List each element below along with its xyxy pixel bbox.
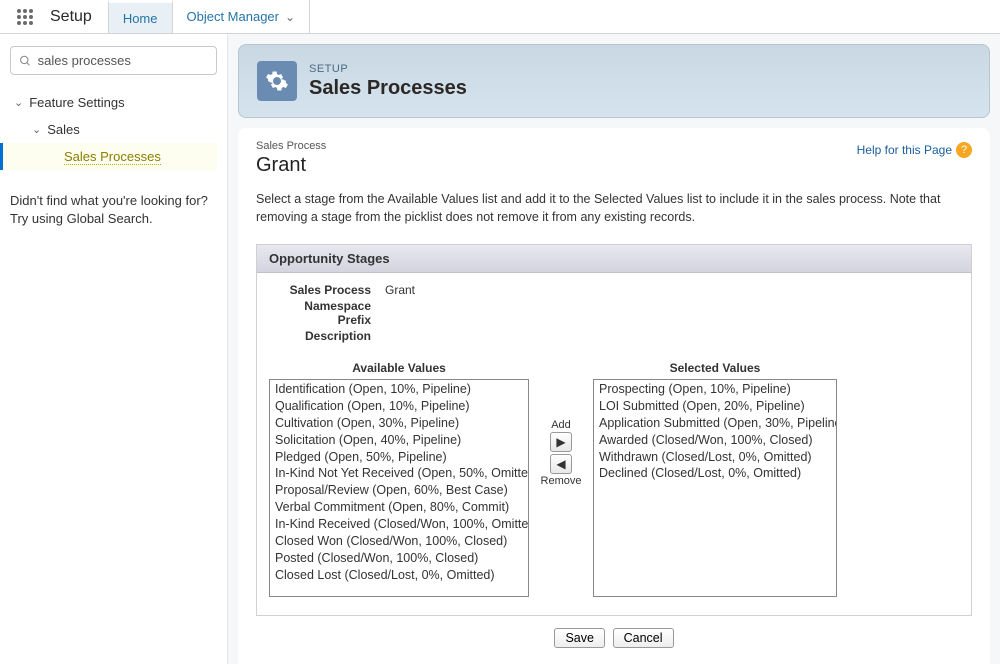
tab-object-manager[interactable]: Object Manager ⌄: [173, 0, 311, 33]
opportunity-stages-panel: Opportunity Stages Sales Process Grant N…: [256, 244, 972, 616]
sidebar-search[interactable]: [10, 46, 217, 75]
sidebar-item-label: Sales: [47, 122, 80, 137]
available-values-label: Available Values: [352, 361, 446, 375]
list-item[interactable]: LOI Submitted (Open, 20%, Pipeline): [595, 398, 835, 415]
caret-down-icon: ⌄: [14, 96, 23, 109]
meta-label-sales-process: Sales Process: [269, 283, 385, 297]
available-values-list[interactable]: Identification (Open, 10%, Pipeline)Qual…: [269, 379, 529, 597]
action-row: Save Cancel: [256, 616, 972, 648]
setup-title: Setup: [50, 0, 108, 33]
meta-label-description: Description: [269, 329, 385, 343]
tab-home-label: Home: [123, 11, 158, 26]
sidebar-leaf-label: Sales Processes: [64, 149, 161, 165]
sidebar-help-text: Didn't find what you're looking for? Try…: [10, 192, 217, 228]
sidebar-search-input[interactable]: [38, 53, 208, 68]
page-header: SETUP Sales Processes: [238, 44, 990, 118]
page-eyebrow: SETUP: [309, 63, 467, 75]
sidebar-item-sales[interactable]: ⌄ Sales: [10, 116, 217, 143]
list-item[interactable]: Pledged (Open, 50%, Pipeline): [271, 449, 527, 466]
description-text: Select a stage from the Available Values…: [256, 191, 972, 226]
selected-values-label: Selected Values: [670, 361, 761, 375]
list-item[interactable]: Withdrawn (Closed/Lost, 0%, Omitted): [595, 449, 835, 466]
list-item[interactable]: Proposal/Review (Open, 60%, Best Case): [271, 482, 527, 499]
add-label: Add: [551, 419, 571, 431]
list-item[interactable]: In-Kind Received (Closed/Won, 100%, Omit…: [271, 516, 527, 533]
dual-listbox: Available Values Identification (Open, 1…: [257, 351, 971, 615]
app-launcher-icon[interactable]: [0, 0, 50, 33]
tab-home[interactable]: Home: [108, 0, 173, 33]
selected-values-list[interactable]: Prospecting (Open, 10%, Pipeline)LOI Sub…: [593, 379, 837, 597]
search-icon: [19, 54, 32, 68]
tab-object-manager-label: Object Manager: [187, 9, 280, 24]
list-item[interactable]: Prospecting (Open, 10%, Pipeline): [595, 381, 835, 398]
list-item[interactable]: Awarded (Closed/Won, 100%, Closed): [595, 432, 835, 449]
help-for-this-page-link[interactable]: Help for this Page ?: [857, 142, 972, 158]
sidebar: ⌄ Feature Settings ⌄ Sales Sales Process…: [0, 34, 228, 664]
help-icon: ?: [956, 142, 972, 158]
list-item[interactable]: Declined (Closed/Lost, 0%, Omitted): [595, 465, 835, 482]
remove-button[interactable]: ◀: [550, 454, 572, 474]
chevron-down-icon: ⌄: [285, 10, 295, 24]
page-title: Sales Processes: [309, 77, 467, 100]
list-item[interactable]: Application Submitted (Open, 30%, Pipeli…: [595, 415, 835, 432]
caret-down-icon: ⌄: [32, 123, 41, 136]
meta-value-sales-process: Grant: [385, 283, 415, 297]
list-item[interactable]: Closed Lost (Closed/Lost, 0%, Omitted): [271, 567, 527, 584]
main-content: SETUP Sales Processes Help for this Page…: [228, 34, 1000, 664]
remove-label: Remove: [541, 475, 582, 487]
save-button[interactable]: Save: [554, 628, 605, 648]
sidebar-item-label: Feature Settings: [29, 95, 124, 110]
list-item[interactable]: Closed Won (Closed/Won, 100%, Closed): [271, 533, 527, 550]
list-item[interactable]: Solicitation (Open, 40%, Pipeline): [271, 432, 527, 449]
list-item[interactable]: Qualification (Open, 10%, Pipeline): [271, 398, 527, 415]
meta-label-namespace-prefix: Namespace Prefix: [269, 299, 385, 327]
list-item[interactable]: Identification (Open, 10%, Pipeline): [271, 381, 527, 398]
list-item[interactable]: In-Kind Not Yet Received (Open, 50%, Omi…: [271, 465, 527, 482]
cancel-button[interactable]: Cancel: [613, 628, 674, 648]
opportunity-stages-header: Opportunity Stages: [257, 245, 971, 273]
content-panel: Help for this Page ? Sales Process Grant…: [238, 128, 990, 664]
list-item[interactable]: Verbal Commitment (Open, 80%, Commit): [271, 499, 527, 516]
sidebar-item-feature-settings[interactable]: ⌄ Feature Settings: [10, 89, 217, 116]
list-item[interactable]: Posted (Closed/Won, 100%, Closed): [271, 550, 527, 567]
sidebar-item-sales-processes[interactable]: Sales Processes: [0, 143, 217, 170]
add-button[interactable]: ▶: [550, 432, 572, 452]
top-bar: Setup Home Object Manager ⌄: [0, 0, 1000, 34]
list-item[interactable]: Cultivation (Open, 30%, Pipeline): [271, 415, 527, 432]
gear-icon: [257, 61, 297, 101]
